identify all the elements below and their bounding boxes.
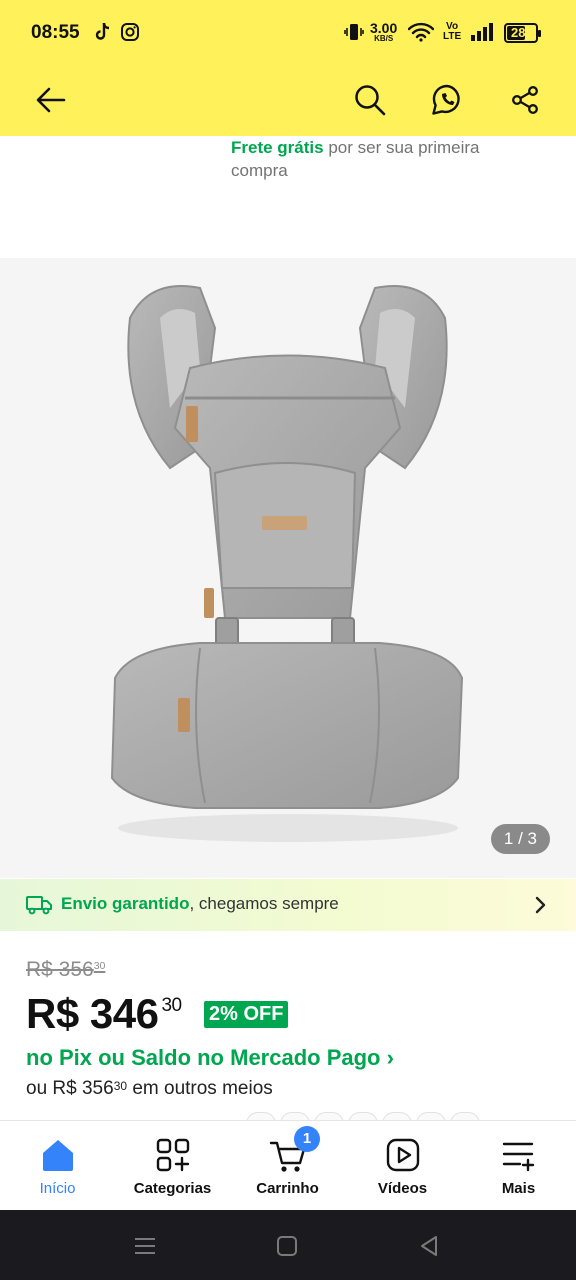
guaranteed-shipping-banner[interactable]: Envio garantido, chegamos sempre — [0, 879, 576, 931]
nav-label-videos: Vídeos — [377, 1180, 428, 1197]
back-arrow-icon — [36, 87, 66, 113]
categories-icon — [156, 1138, 189, 1172]
status-time: 08:55 — [31, 22, 80, 43]
guaranteed-shipping-highlight: Envio garantido — [61, 894, 190, 913]
guaranteed-shipping-rest: , chegamos sempre — [189, 894, 339, 913]
bottom-navigation: Início Categorias 1 Carrinho Vídeos Mais — [0, 1120, 576, 1210]
nav-label-cart: Carrinho — [256, 1180, 319, 1197]
pix-payment-link[interactable]: no Pix ou Saldo no Mercado Pago › — [26, 1045, 394, 1071]
nav-item-more[interactable]: Mais — [461, 1121, 576, 1211]
share-icon — [512, 86, 538, 114]
home-icon — [42, 1140, 73, 1171]
system-navigation-bar — [0, 1210, 576, 1280]
volte-indicator: Vo LTE — [443, 22, 461, 42]
wifi-icon — [407, 22, 435, 47]
search-icon — [355, 85, 386, 116]
battery-level: 28 — [511, 25, 526, 40]
top-bar: 08:55 3.00 KB/S Vo LTE 28 — [0, 0, 576, 136]
alternate-price-suffix: em outros meios — [127, 1078, 273, 1099]
video-icon — [386, 1138, 419, 1172]
network-speed-unit: KB/S — [374, 34, 394, 43]
current-price-cents: 30 — [161, 995, 182, 1016]
alternate-price-prefix: ou R$ 356 — [26, 1078, 114, 1099]
product-gallery[interactable]: 1 / 3 — [0, 258, 576, 878]
nav-item-cart[interactable]: 1 Carrinho — [230, 1121, 345, 1211]
original-price-main: R$ 356 — [26, 958, 94, 981]
original-price-cents: 30 — [93, 960, 106, 972]
nav-label-more: Mais — [501, 1180, 536, 1197]
recent-apps-icon[interactable] — [131, 1232, 159, 1260]
home-button-icon[interactable] — [273, 1232, 301, 1260]
chevron-right-icon — [535, 896, 546, 914]
guaranteed-shipping-text: Envio garantido, chegamos sempre — [61, 894, 339, 914]
free-shipping-note: Frete grátis por ser sua primeira compra — [231, 136, 491, 182]
tiktok-icon — [94, 22, 112, 47]
nav-label-home: Início — [39, 1180, 76, 1197]
signal-icon — [470, 22, 496, 47]
original-price: R$ 35630 — [26, 958, 105, 982]
back-button[interactable] — [31, 80, 71, 120]
share-button[interactable] — [505, 80, 545, 120]
back-nav-icon[interactable] — [415, 1232, 443, 1260]
vibrate-icon — [344, 22, 364, 47]
free-shipping-highlight: Frete grátis — [231, 138, 324, 157]
status-bar: 08:55 3.00 KB/S Vo LTE 28 — [0, 0, 576, 66]
current-price: R$ 346 30 — [26, 990, 182, 1038]
truck-icon — [26, 896, 52, 915]
discount-badge: 2% OFF — [204, 1001, 289, 1028]
cart-badge: 1 — [294, 1126, 320, 1152]
search-button[interactable] — [350, 80, 390, 120]
alternate-price-cents: 30 — [113, 1079, 128, 1093]
nav-label-categories: Categorias — [133, 1180, 212, 1197]
image-counter: 1 / 3 — [490, 824, 550, 854]
app-header — [0, 66, 576, 136]
nav-item-videos[interactable]: Vídeos — [345, 1121, 460, 1211]
nav-item-categories[interactable]: Categorias — [115, 1121, 230, 1211]
current-price-main: R$ 346 — [26, 990, 159, 1037]
more-icon — [502, 1142, 534, 1172]
product-image — [110, 285, 464, 842]
whatsapp-icon — [432, 84, 460, 115]
network-speed: 3.00 KB/S — [370, 21, 397, 43]
alternate-price: ou R$ 35630 em outros meios — [26, 1078, 273, 1100]
whatsapp-button[interactable] — [427, 80, 467, 120]
nav-item-home[interactable]: Início — [0, 1121, 115, 1211]
instagram-icon — [120, 22, 140, 47]
battery-icon: 28 — [504, 23, 541, 43]
volte-bottom: LTE — [443, 31, 462, 42]
